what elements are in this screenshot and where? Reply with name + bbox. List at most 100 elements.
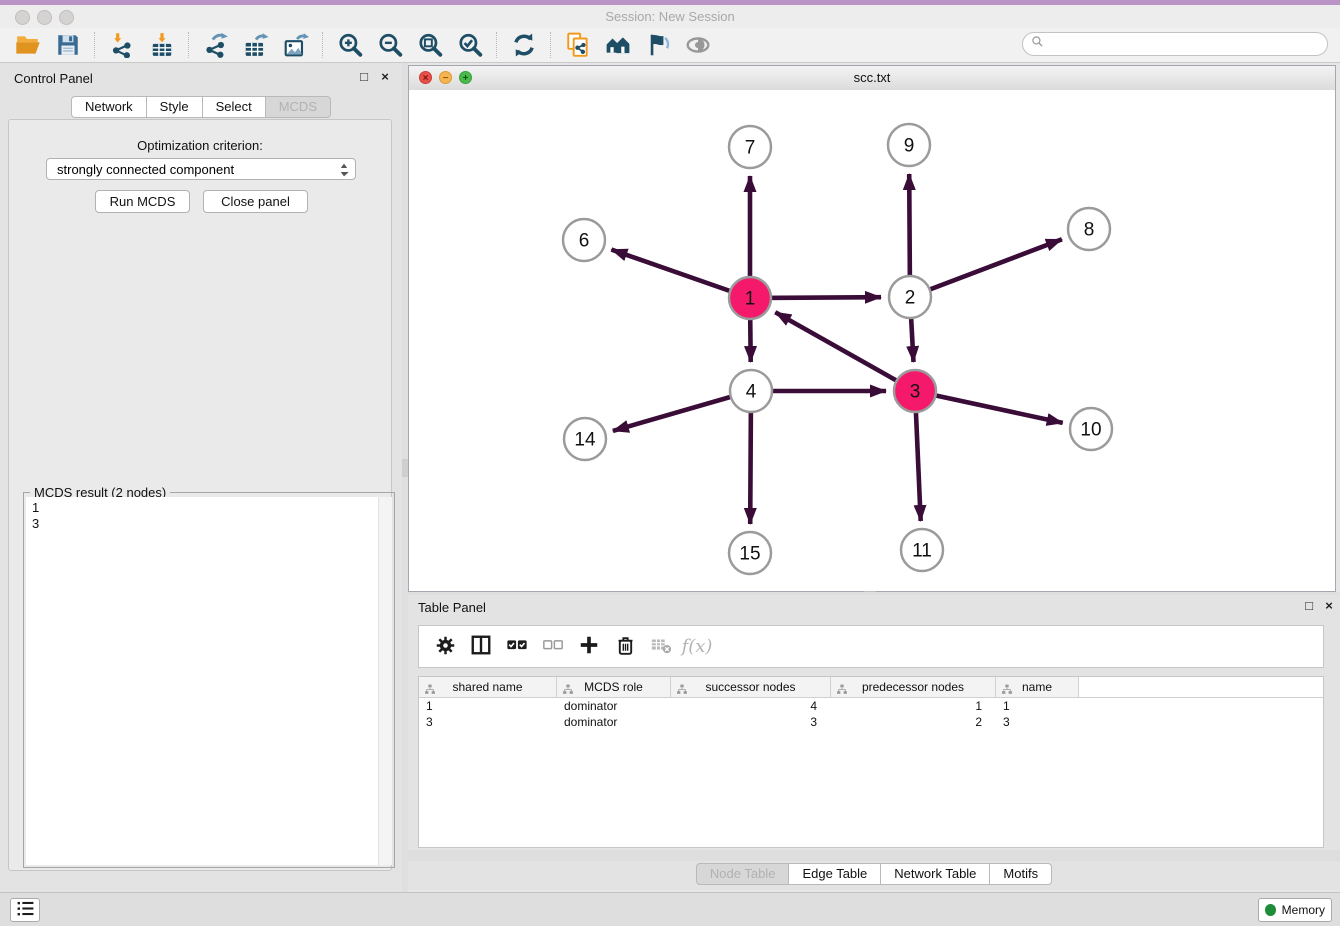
table-row[interactable]: 3dominator323 bbox=[419, 714, 1323, 730]
select-all-icon bbox=[506, 634, 528, 659]
node-8[interactable]: 8 bbox=[1068, 208, 1110, 250]
flag-icon bbox=[645, 32, 671, 58]
export-table-button[interactable] bbox=[236, 30, 276, 60]
deselect-all-icon bbox=[542, 634, 564, 659]
search-box[interactable] bbox=[1022, 32, 1328, 56]
table-settings-button[interactable] bbox=[427, 630, 463, 664]
tab-select[interactable]: Select bbox=[203, 96, 266, 118]
search-icon bbox=[1031, 35, 1044, 53]
column-header-successor-nodes[interactable]: successor nodes bbox=[671, 677, 831, 697]
tree-icon bbox=[1001, 681, 1013, 701]
refresh-layout-button[interactable] bbox=[504, 30, 544, 60]
close-panel-button[interactable]: Close panel bbox=[203, 190, 308, 213]
zoom-selected-button[interactable] bbox=[450, 30, 490, 60]
export-image-button[interactable] bbox=[276, 30, 316, 60]
export-table-icon bbox=[243, 32, 269, 58]
table-tab-edge-table[interactable]: Edge Table bbox=[789, 863, 881, 885]
node-11[interactable]: 11 bbox=[901, 529, 943, 571]
node-3[interactable]: 3 bbox=[894, 370, 936, 412]
export-network-icon bbox=[203, 32, 229, 58]
show-columns-button[interactable] bbox=[463, 630, 499, 664]
select-all-button[interactable] bbox=[499, 630, 535, 664]
node-10[interactable]: 10 bbox=[1070, 408, 1112, 450]
column-header-predecessor-nodes[interactable]: predecessor nodes bbox=[831, 677, 996, 697]
node-1[interactable]: 1 bbox=[729, 277, 771, 319]
zoom-in-button[interactable] bbox=[330, 30, 370, 60]
toolbar-separator bbox=[94, 32, 96, 58]
node-4[interactable]: 4 bbox=[730, 370, 772, 412]
column-header-MCDS-role[interactable]: MCDS role bbox=[557, 677, 671, 697]
column-header-shared-name[interactable]: shared name bbox=[419, 677, 557, 697]
edge-3-10[interactable] bbox=[915, 391, 1063, 423]
mcds-result-box[interactable]: 13 bbox=[26, 497, 392, 865]
memory-button[interactable]: Memory bbox=[1258, 898, 1332, 922]
table-cell[interactable]: 1 bbox=[419, 698, 557, 714]
column-header-name[interactable]: name bbox=[996, 677, 1079, 697]
tab-network[interactable]: Network bbox=[71, 96, 147, 118]
criterion-select[interactable]: strongly connected component bbox=[46, 158, 356, 180]
node-15[interactable]: 15 bbox=[729, 532, 771, 574]
run-mcds-button[interactable]: Run MCDS bbox=[95, 190, 190, 213]
edge-2-8[interactable] bbox=[910, 239, 1062, 297]
search-input[interactable] bbox=[1049, 36, 1319, 53]
table-header-row: shared nameMCDS role successor nodes prede… bbox=[419, 677, 1323, 698]
node-7[interactable]: 7 bbox=[729, 126, 771, 168]
copy-network-button[interactable] bbox=[558, 30, 598, 60]
network-window-titlebar[interactable]: × − + scc.txt bbox=[409, 66, 1335, 91]
table-cell[interactable]: 4 bbox=[671, 698, 831, 714]
column-label: successor nodes bbox=[705, 680, 795, 694]
zoom-out-button[interactable] bbox=[370, 30, 410, 60]
export-network-button[interactable] bbox=[196, 30, 236, 60]
svg-text:6: 6 bbox=[579, 231, 590, 252]
deselect-all-button[interactable] bbox=[535, 630, 571, 664]
network-graph[interactable]: 7 9 6 8 1 2 4 3 14 10 15 11 bbox=[409, 90, 1335, 591]
node-2[interactable]: 2 bbox=[889, 276, 931, 318]
annotation-flag-button[interactable] bbox=[638, 30, 678, 60]
tab-style[interactable]: Style bbox=[147, 96, 203, 118]
tab-mcds[interactable]: MCDS bbox=[266, 96, 331, 118]
node-table: shared nameMCDS role successor nodes prede… bbox=[418, 676, 1324, 848]
fit-content-button[interactable] bbox=[410, 30, 450, 60]
table-cell[interactable]: 3 bbox=[419, 714, 557, 730]
node-6[interactable]: 6 bbox=[563, 219, 605, 261]
table-cell[interactable]: dominator bbox=[557, 698, 671, 714]
open-session-button[interactable] bbox=[8, 30, 48, 60]
table-tab-motifs[interactable]: Motifs bbox=[990, 863, 1052, 885]
table-tab-node-table[interactable]: Node Table bbox=[696, 863, 790, 885]
zoom-selected-icon bbox=[457, 32, 483, 58]
delete-column-button[interactable] bbox=[607, 630, 643, 664]
close-panel-icon[interactable]: × bbox=[377, 69, 393, 85]
plus-icon bbox=[578, 634, 600, 659]
table-cell[interactable]: 3 bbox=[671, 714, 831, 730]
node-14[interactable]: 14 bbox=[564, 418, 606, 460]
result-scrollbar[interactable] bbox=[378, 497, 392, 865]
import-network-button[interactable] bbox=[102, 30, 142, 60]
table-tab-group: Node TableEdge TableNetwork TableMotifs bbox=[696, 863, 1052, 885]
float-table-panel-icon[interactable]: □ bbox=[1301, 598, 1317, 614]
app-title: Session: New Session bbox=[0, 5, 1340, 28]
import-table-button[interactable] bbox=[142, 30, 182, 60]
edge-3-1[interactable] bbox=[775, 312, 915, 391]
network-canvas[interactable]: 7 9 6 8 1 2 4 3 14 10 15 11 bbox=[409, 90, 1335, 591]
list-icon bbox=[16, 899, 35, 921]
add-column-button[interactable] bbox=[571, 630, 607, 664]
close-table-panel-icon[interactable]: × bbox=[1321, 598, 1337, 614]
table-hscrollbar[interactable] bbox=[408, 850, 1340, 861]
chevron-up-down-icon bbox=[339, 162, 349, 185]
eye-icon bbox=[685, 32, 711, 58]
node-9[interactable]: 9 bbox=[888, 124, 930, 166]
network-home-button[interactable] bbox=[598, 30, 638, 60]
float-panel-icon[interactable]: □ bbox=[356, 69, 372, 85]
save-session-button[interactable] bbox=[48, 30, 88, 60]
memory-label: Memory bbox=[1282, 903, 1325, 917]
table-cell[interactable]: 3 bbox=[996, 714, 1079, 730]
table-row[interactable]: 1dominator411 bbox=[419, 698, 1323, 714]
tree-icon bbox=[424, 681, 436, 701]
table-cell[interactable]: 1 bbox=[831, 698, 996, 714]
task-history-button[interactable] bbox=[10, 898, 40, 922]
home-icon bbox=[605, 32, 631, 58]
table-cell[interactable]: 2 bbox=[831, 714, 996, 730]
table-cell[interactable]: dominator bbox=[557, 714, 671, 730]
table-tab-network-table[interactable]: Network Table bbox=[881, 863, 990, 885]
svg-text:1: 1 bbox=[745, 289, 756, 310]
